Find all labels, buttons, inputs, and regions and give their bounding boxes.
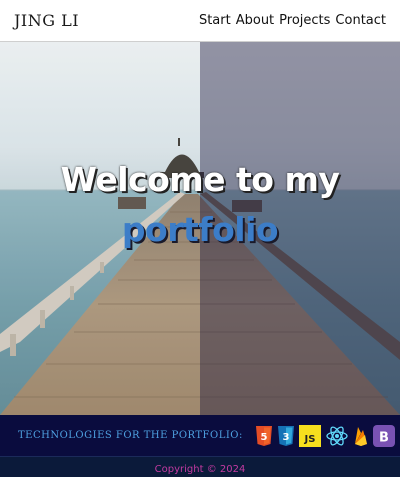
html5-icon: 5 [255, 425, 272, 446]
hero-subtitle: portfolio [121, 210, 279, 249]
technologies-bar: TECHNOLOGIES FOR THE PORTFOLIO: 5 3 JS B [0, 415, 400, 457]
technologies-label: TECHNOLOGIES FOR THE PORTFOLIO: [18, 430, 243, 441]
bootstrap-icon: B [372, 424, 395, 447]
hero-title: Welcome to my [60, 160, 340, 199]
site-header: JING LI Start About Projects Contact [0, 0, 400, 42]
javascript-icon-text: JS [303, 434, 315, 445]
hero-section: Welcome to my portfolio [0, 42, 400, 415]
copyright-text: Copyright © 2024 [154, 464, 246, 475]
html5-icon-text: 5 [260, 432, 267, 443]
react-icon [326, 425, 348, 446]
css3-icon-text: 3 [282, 432, 289, 443]
site-footer: Copyright © 2024 [0, 457, 400, 477]
site-logo[interactable]: JING LI [14, 11, 79, 30]
nav-projects[interactable]: Projects [279, 13, 330, 28]
bootstrap-icon-text: B [379, 430, 389, 445]
nav-contact[interactable]: Contact [335, 13, 386, 28]
nav-about[interactable]: About [236, 13, 274, 28]
nav-start[interactable]: Start [199, 13, 231, 28]
firebase-icon [354, 426, 367, 446]
css3-icon: 3 [277, 425, 294, 446]
javascript-icon: JS [298, 424, 321, 447]
main-nav: Start About Projects Contact [199, 13, 386, 28]
technology-icons: 5 3 JS B [255, 424, 395, 447]
